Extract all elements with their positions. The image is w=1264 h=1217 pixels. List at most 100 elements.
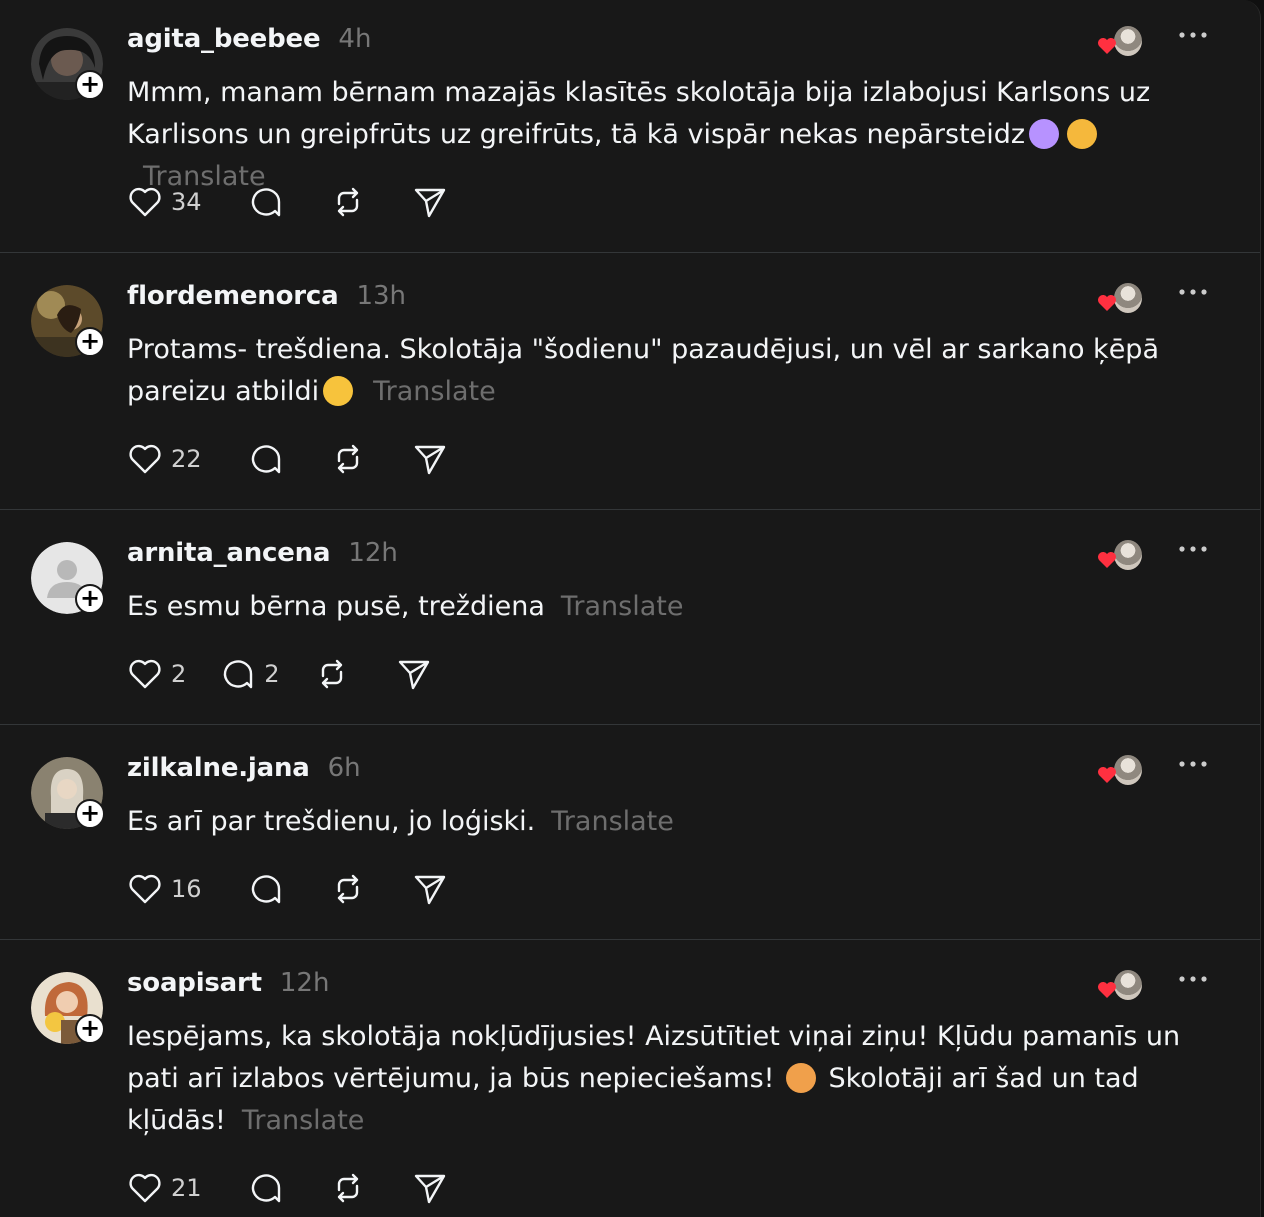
repost-button[interactable] [330, 1170, 366, 1206]
avatar[interactable]: + [31, 542, 105, 614]
comment-icon [251, 188, 280, 217]
username[interactable]: flordemenorca [127, 281, 339, 311]
shrug-emoji-icon [1029, 119, 1060, 149]
heart-icon [129, 659, 161, 689]
reply-post: + soapisart 12h Iespējams, ka skolotāja … [0, 940, 1260, 1217]
author-liked-indicator [1097, 969, 1143, 1005]
reply-count: 2 [264, 660, 280, 688]
follow-plus-icon[interactable]: + [75, 799, 105, 829]
shrug-emoji-icon [786, 1063, 817, 1093]
like-button[interactable]: 22 [127, 441, 202, 477]
avatar[interactable]: + [31, 972, 105, 1044]
translate-link[interactable]: Translate [373, 376, 496, 407]
heart-badge-icon [1098, 982, 1116, 998]
username[interactable]: soapisart [127, 968, 262, 998]
comment-icon [251, 1174, 280, 1203]
repost-icon [337, 444, 358, 474]
follow-plus-icon[interactable]: + [75, 70, 105, 100]
repost-button[interactable] [330, 441, 366, 477]
like-count: 34 [171, 188, 202, 216]
author-avatar-mini [1113, 969, 1143, 1001]
username[interactable]: zilkalne.jana [127, 753, 310, 783]
reply-button[interactable] [248, 1170, 284, 1206]
share-button[interactable] [396, 656, 432, 692]
reply-text-block: Es esmu bērna pusē, treždiena Translate [127, 586, 1227, 628]
like-button[interactable]: 34 [127, 184, 202, 220]
more-icon[interactable] [1178, 285, 1208, 299]
send-icon [414, 1174, 445, 1204]
like-count: 16 [171, 875, 202, 903]
heart-icon [129, 444, 161, 474]
repost-button[interactable] [330, 184, 366, 220]
action-bar: 2 2 [127, 654, 478, 694]
avatar[interactable]: + [31, 285, 105, 357]
share-button[interactable] [412, 1170, 448, 1206]
reply-post: + arnita_ancena 12h Es esmu bērna pusē, … [0, 510, 1260, 725]
username[interactable]: arnita_ancena [127, 538, 331, 568]
repost-icon [321, 659, 342, 689]
follow-plus-icon[interactable]: + [75, 327, 105, 357]
timestamp[interactable]: 13h [356, 281, 406, 311]
reply-text-block: Iespējams, ka skolotāja nokļūdījusies! A… [127, 1016, 1187, 1142]
reply-text-block: Protams- trešdiena. Skolotāja "šodienu" … [127, 329, 1227, 413]
author-liked-indicator [1097, 282, 1143, 318]
action-bar: 16 [127, 869, 494, 909]
author-avatar-mini [1113, 25, 1143, 57]
more-icon[interactable] [1178, 542, 1208, 556]
translate-link[interactable]: Translate [551, 806, 674, 837]
translate-link[interactable]: Translate [242, 1105, 365, 1136]
share-button[interactable] [412, 184, 448, 220]
author-avatar-mini [1113, 539, 1143, 571]
timestamp[interactable]: 6h [328, 753, 361, 783]
reply-post: + flordemenorca 13h Protams- trešdiena. … [0, 253, 1260, 510]
reply-button[interactable] [248, 871, 284, 907]
like-count: 21 [171, 1174, 202, 1202]
repost-icon [337, 1173, 358, 1203]
username[interactable]: agita_beebee [127, 24, 321, 54]
more-icon[interactable] [1178, 972, 1208, 986]
heart-badge-icon [1098, 552, 1116, 568]
comment-icon [224, 660, 253, 689]
send-icon [414, 875, 445, 905]
heart-badge-icon [1098, 767, 1116, 783]
timestamp[interactable]: 4h [338, 24, 371, 54]
repost-button[interactable] [330, 871, 366, 907]
reply-button[interactable] [248, 441, 284, 477]
reply-button[interactable]: 2 [220, 656, 280, 692]
author-liked-indicator [1097, 539, 1143, 575]
like-button[interactable]: 2 [127, 656, 186, 692]
author-liked-indicator [1097, 754, 1143, 790]
follow-plus-icon[interactable]: + [75, 1014, 105, 1044]
repost-button[interactable] [314, 656, 350, 692]
follow-plus-icon[interactable]: + [75, 584, 105, 614]
more-icon[interactable] [1178, 757, 1208, 771]
send-icon [414, 445, 445, 475]
timestamp[interactable]: 12h [280, 968, 330, 998]
hand-over-mouth-emoji-icon [1067, 119, 1098, 149]
send-icon [398, 660, 429, 690]
like-count: 22 [171, 445, 202, 473]
heart-icon [129, 1173, 161, 1203]
replies-feed: + agita_beebee 4h Mmm, manam bērnam maza… [0, 0, 1261, 1217]
more-icon[interactable] [1178, 28, 1208, 42]
translate-link[interactable]: Translate [561, 591, 684, 622]
heart-icon [129, 874, 161, 904]
share-button[interactable] [412, 871, 448, 907]
comment-icon [251, 445, 280, 474]
timestamp[interactable]: 12h [348, 538, 398, 568]
share-button[interactable] [412, 441, 448, 477]
avatar[interactable]: + [31, 757, 105, 829]
author-avatar-mini [1113, 754, 1143, 786]
reply-button[interactable] [248, 184, 284, 220]
like-button[interactable]: 16 [127, 871, 202, 907]
heart-badge-icon [1098, 38, 1116, 54]
avatar[interactable]: + [31, 28, 105, 100]
action-bar: 21 [127, 1168, 494, 1208]
like-button[interactable]: 21 [127, 1170, 202, 1206]
reply-text-block: Mmm, manam bērnam mazajās klasītēs skolo… [127, 72, 1227, 198]
reply-text: Mmm, manam bērnam mazajās klasītēs skolo… [127, 77, 1151, 150]
send-icon [414, 188, 445, 218]
grinning-sweat-emoji-icon [323, 376, 354, 406]
repost-icon [337, 874, 358, 904]
reply-text: Es esmu bērna pusē, treždiena [127, 591, 545, 622]
